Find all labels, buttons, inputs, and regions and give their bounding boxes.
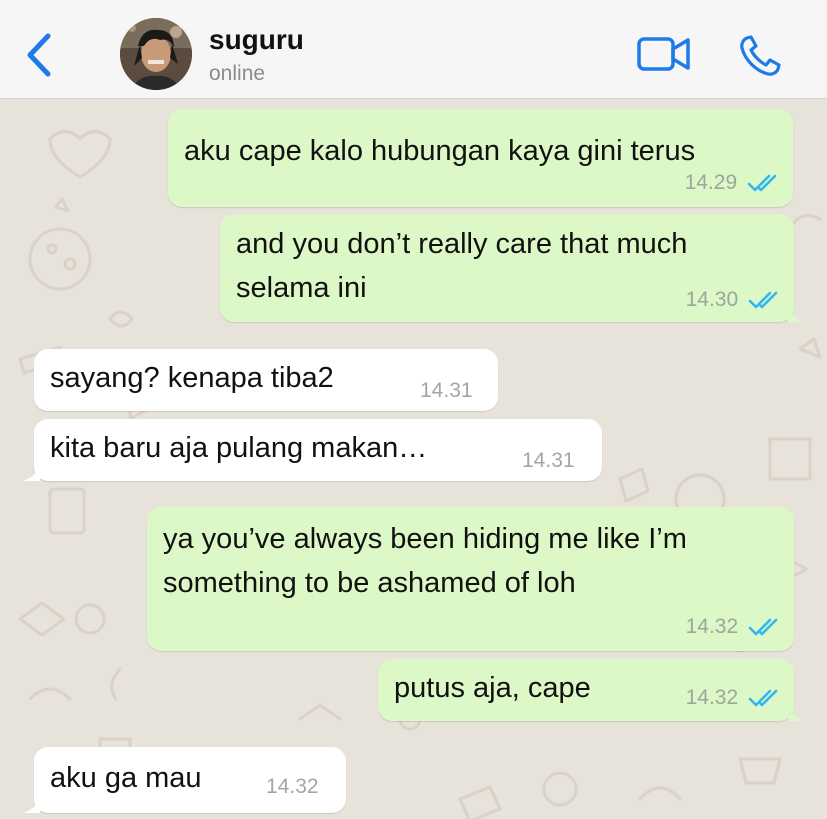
chat-header: suguru online — [0, 0, 827, 99]
message-text: and you don’t really care that much sela… — [236, 228, 688, 304]
avatar[interactable] — [120, 18, 192, 90]
message-bubble-incoming[interactable]: sayang? kenapa tiba2 14.31 — [34, 349, 498, 411]
message-time: 14.31 — [522, 449, 575, 472]
message-time: 14.31 — [420, 379, 473, 402]
contact-name[interactable]: suguru — [209, 24, 304, 56]
chevron-left-icon — [27, 33, 51, 77]
video-camera-icon — [637, 37, 690, 71]
bubble-tail — [22, 795, 40, 813]
message-bubble-outgoing[interactable]: putus aja, cape 14.32 — [378, 659, 806, 721]
message-time: 14.32 — [685, 686, 739, 709]
message-text: aku ga mau — [50, 762, 202, 794]
double-check-icon — [748, 292, 778, 309]
voice-call-button[interactable] — [738, 34, 782, 78]
message-list[interactable]: aku cape kalo hubungan kaya gini terus 1… — [0, 99, 827, 819]
message-bubble-incoming[interactable]: kita baru aja pulang makan… 14.31 — [22, 419, 602, 481]
message-text: putus aja, cape — [394, 672, 591, 704]
message-time: 14.30 — [685, 288, 739, 311]
message-bubble-outgoing[interactable]: aku cape kalo hubungan kaya gini terus 1… — [168, 109, 793, 207]
message-meta: 14.32 — [266, 775, 319, 799]
double-check-icon — [748, 619, 778, 636]
message-meta: 14.31 — [522, 449, 575, 473]
message-meta: 14.32 — [686, 686, 778, 710]
bubble-tail — [22, 463, 40, 481]
back-button[interactable] — [20, 30, 60, 80]
message-bubble-incoming[interactable]: aku ga mau 14.32 — [22, 747, 346, 813]
message-text: kita baru aja pulang makan… — [50, 432, 428, 464]
message-bubble-outgoing[interactable]: ya you’ve always been hiding me like I’m… — [147, 507, 794, 651]
message-bubble-outgoing[interactable]: and you don’t really care that much sela… — [220, 214, 806, 322]
message-time: 14.29 — [684, 171, 738, 194]
contact-status: online — [209, 62, 266, 85]
message-text: sayang? kenapa tiba2 — [50, 362, 334, 394]
bubble-tail — [788, 703, 806, 721]
message-text: aku cape kalo hubungan kaya gini terus — [184, 135, 696, 167]
message-meta: 14.29 — [685, 171, 777, 195]
message-time: 14.32 — [685, 615, 739, 638]
double-check-icon — [747, 175, 777, 192]
message-time: 14.32 — [266, 775, 319, 798]
message-meta: 14.32 — [686, 615, 778, 639]
message-meta: 14.31 — [420, 379, 473, 403]
message-meta: 14.30 — [686, 288, 778, 312]
bubble-tail — [788, 304, 806, 322]
phone-icon — [740, 35, 781, 76]
message-text: ya you’ve always been hiding me like I’m… — [163, 523, 687, 599]
video-call-button[interactable] — [636, 36, 692, 72]
double-check-icon — [748, 690, 778, 707]
